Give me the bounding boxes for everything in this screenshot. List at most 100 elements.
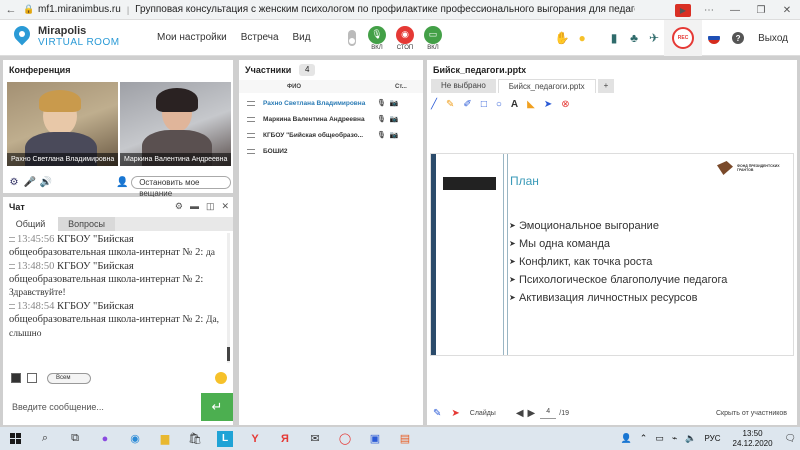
store-icon[interactable]: 🛍 bbox=[180, 427, 210, 450]
user-icon[interactable]: 👤 bbox=[621, 433, 632, 444]
poll-chart-icon[interactable]: ▮ bbox=[604, 31, 624, 45]
close-icon[interactable]: ✕ bbox=[774, 5, 800, 16]
background-color-swatch[interactable] bbox=[27, 373, 37, 383]
popout-icon[interactable]: ◫ bbox=[206, 201, 215, 212]
edge-icon[interactable]: ◉ bbox=[120, 427, 150, 450]
search-icon[interactable]: ⌕ bbox=[30, 427, 60, 450]
marker-icon[interactable]: ✐ bbox=[463, 99, 471, 110]
speaker-settings-icon[interactable]: 🔊 bbox=[39, 177, 53, 188]
tab-not-selected[interactable]: Не выбрано bbox=[431, 79, 496, 93]
emoji-icon[interactable]: ● bbox=[572, 31, 592, 45]
help-icon[interactable]: ? bbox=[732, 32, 745, 44]
fill-icon[interactable]: ◣ bbox=[527, 99, 535, 110]
media-app-icon[interactable]: ▤ bbox=[390, 427, 420, 450]
menu-meeting[interactable]: Встреча bbox=[241, 32, 279, 43]
raise-hand-icon[interactable]: ✋ bbox=[552, 31, 572, 45]
yandex-icon[interactable]: Я bbox=[270, 427, 300, 450]
menu-view[interactable]: Вид bbox=[293, 32, 311, 43]
circle-icon[interactable]: ○ bbox=[496, 99, 502, 110]
opera-icon[interactable]: ◯ bbox=[330, 427, 360, 450]
menu-my-settings[interactable]: Мои настройки bbox=[157, 32, 227, 43]
cortana-icon[interactable]: ● bbox=[90, 427, 120, 450]
windows-start-button[interactable] bbox=[0, 427, 30, 450]
recipient-select[interactable]: Всем bbox=[47, 372, 91, 384]
pencil-icon[interactable]: ╱ bbox=[431, 99, 437, 110]
webcam-settings-icon[interactable]: ⚙ bbox=[7, 177, 21, 188]
message-menu-icon[interactable] bbox=[9, 264, 15, 270]
network-icon[interactable]: ⌁ bbox=[672, 433, 677, 444]
restore-icon[interactable]: ❐ bbox=[748, 5, 774, 16]
battery-icon[interactable]: ▭ bbox=[655, 433, 664, 444]
tab-general[interactable]: Общий bbox=[3, 217, 58, 231]
column-name-header[interactable]: ФИО bbox=[287, 84, 395, 90]
microphone-button[interactable]: 🎙 ВКЛ bbox=[368, 25, 386, 51]
close-icon[interactable]: ✕ bbox=[221, 201, 229, 212]
stop-broadcast-button[interactable]: Остановить мое вещание bbox=[131, 175, 231, 198]
participants-columns: ФИО Ст... bbox=[239, 80, 423, 93]
participant-row[interactable]: КГБОУ "Бийская общеобразо... 🎙 📷 bbox=[239, 127, 423, 143]
tab-questions[interactable]: Вопросы bbox=[58, 217, 115, 231]
mic-level-toggle[interactable] bbox=[348, 30, 356, 46]
message-menu-icon[interactable] bbox=[9, 237, 15, 243]
l-app-icon[interactable]: L bbox=[210, 427, 240, 450]
minimize-icon[interactable]: — bbox=[722, 5, 748, 16]
pointer-icon[interactable]: ➤ bbox=[544, 99, 552, 110]
row-menu-icon[interactable] bbox=[247, 132, 255, 138]
rectangle-icon[interactable]: □ bbox=[481, 99, 487, 110]
more-icon[interactable]: ⋯ bbox=[696, 5, 722, 16]
volume-icon[interactable]: 🔈 bbox=[685, 433, 696, 444]
current-page-input[interactable]: 4 bbox=[540, 408, 557, 419]
plane-icon[interactable]: ✈ bbox=[644, 31, 664, 45]
participant-row[interactable]: Маркина Валентина Андреевна 🎙 📷 bbox=[239, 111, 423, 127]
tab-presentation-file[interactable]: Бийск_педагоги.pptx bbox=[497, 79, 596, 93]
gear-icon[interactable]: ⚙ bbox=[175, 201, 183, 212]
camera-button[interactable]: ◉ СТОП bbox=[396, 25, 414, 51]
chat-scrollbar[interactable] bbox=[227, 233, 230, 363]
chat-message-input[interactable]: Введите сообщение... bbox=[3, 393, 198, 421]
smiley-icon[interactable] bbox=[215, 372, 227, 384]
system-clock[interactable]: 13:50 24.12.2020 bbox=[733, 429, 773, 449]
row-menu-icon[interactable] bbox=[247, 148, 255, 154]
tree-icon[interactable]: ♣ bbox=[624, 31, 644, 45]
text-color-swatch[interactable] bbox=[11, 373, 21, 383]
chat-scroll-thumb[interactable] bbox=[227, 347, 230, 361]
input-language[interactable]: РУС bbox=[704, 434, 720, 443]
video-tile[interactable]: Рахно Светлана Владимировна bbox=[7, 82, 118, 166]
send-button[interactable]: ↵ bbox=[201, 393, 233, 421]
slides-label[interactable]: Слайды bbox=[470, 410, 496, 417]
mail-icon[interactable]: ✉ bbox=[300, 427, 330, 450]
file-explorer-icon[interactable]: ▆ bbox=[150, 427, 180, 450]
back-arrow-icon[interactable]: ← bbox=[0, 4, 22, 16]
notifications-icon[interactable]: 🗨 bbox=[785, 433, 796, 444]
participant-row[interactable]: Рахно Светлана Владимировна 🎙 📷 bbox=[239, 95, 423, 111]
row-menu-icon[interactable] bbox=[247, 100, 255, 106]
prev-slide-icon[interactable]: ◀ bbox=[516, 408, 524, 419]
video-tile[interactable]: Маркина Валентина Андреевна bbox=[120, 82, 231, 166]
laser-pointer-icon[interactable]: ➤ bbox=[451, 408, 459, 419]
task-view-icon[interactable]: ⧉ bbox=[60, 427, 90, 450]
mic-settings-icon[interactable]: 🎤 bbox=[23, 177, 37, 188]
browser-url[interactable]: mf1.miranimbus.ru bbox=[38, 4, 121, 15]
record-button[interactable]: REC bbox=[672, 27, 695, 49]
lock-icon[interactable]: 🔒 bbox=[22, 4, 36, 15]
app-window-icon[interactable]: ▣ bbox=[360, 427, 390, 450]
text-tool-icon[interactable]: A bbox=[511, 99, 518, 110]
russian-flag-icon[interactable] bbox=[708, 32, 721, 44]
message-menu-icon[interactable] bbox=[9, 304, 15, 310]
clear-icon[interactable]: ⊗ bbox=[561, 99, 569, 110]
highlighter-icon[interactable]: ✎ bbox=[446, 99, 454, 110]
pen-icon[interactable]: ✎ bbox=[433, 408, 441, 419]
extension-icon[interactable]: ▶ bbox=[675, 3, 691, 17]
chevron-up-icon[interactable]: ⌃ bbox=[640, 433, 648, 444]
participant-row[interactable]: БОШИ2 bbox=[239, 143, 423, 159]
screen-share-button[interactable]: ▭ ВКЛ bbox=[424, 25, 442, 51]
slide-divider-line bbox=[503, 154, 504, 355]
column-status-header[interactable]: Ст... bbox=[395, 84, 407, 90]
add-tab-button[interactable]: + bbox=[597, 79, 615, 93]
next-slide-icon[interactable]: ▶ bbox=[528, 408, 536, 419]
hide-from-participants-button[interactable]: Скрыть от участников bbox=[716, 410, 787, 417]
row-menu-icon[interactable] bbox=[247, 116, 255, 122]
yandex-browser-icon[interactable]: Y bbox=[240, 427, 270, 450]
exit-button[interactable]: Выход bbox=[758, 33, 788, 44]
minimize-icon[interactable]: ▬ bbox=[190, 201, 199, 212]
